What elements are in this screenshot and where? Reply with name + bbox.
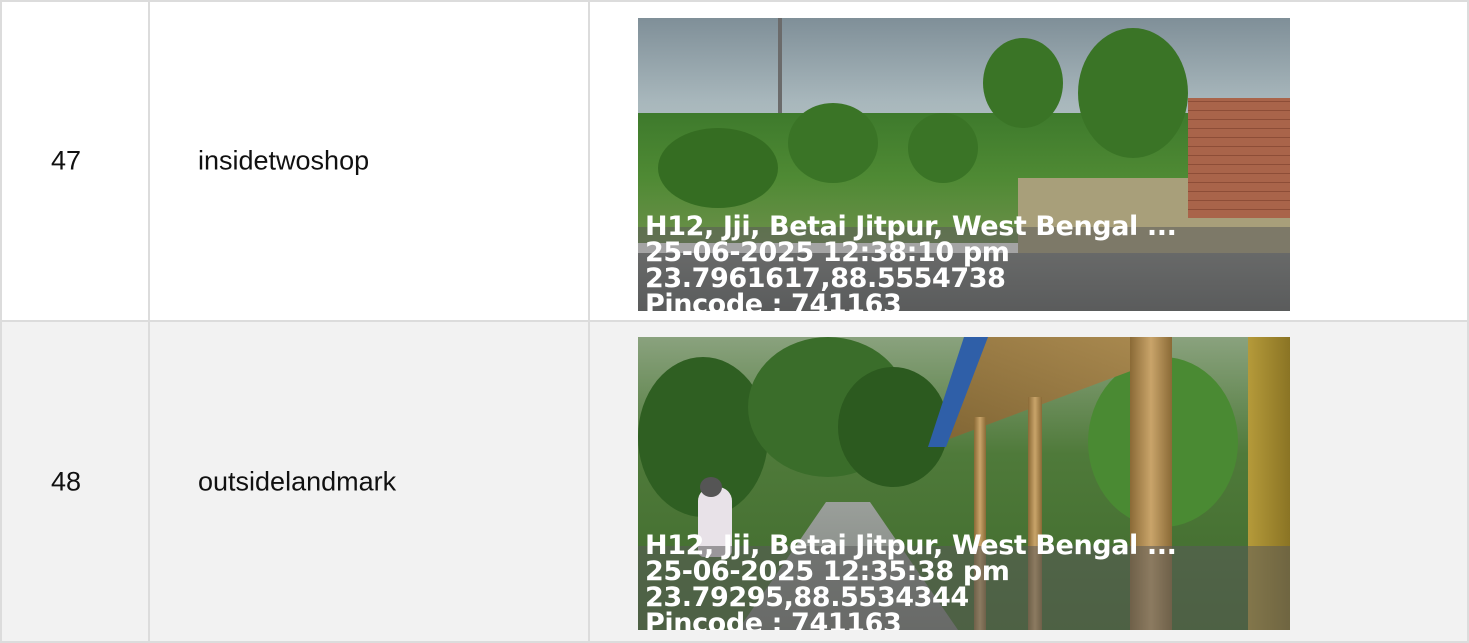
photo-table: 47 insidetwoshop H12, Jji, Betai Jitpur,… (0, 0, 1469, 643)
row-number: 47 (51, 145, 82, 176)
stamp-pincode: Pincode : 741163 (645, 608, 902, 630)
geo-stamp: H12, Jji, Betai Jitpur, West Bengal ... … (645, 532, 1177, 630)
table-row: 47 insidetwoshop H12, Jji, Betai Jitpur,… (0, 0, 1469, 322)
photo-cell: H12, Jji, Betai Jitpur, West Bengal ... … (590, 322, 1467, 641)
row-number-cell: 47 (2, 2, 150, 320)
photo-label-cell: insidetwoshop (150, 2, 590, 320)
photo-label-cell: outsidelandmark (150, 322, 590, 641)
photo-label: outsidelandmark (198, 466, 397, 496)
stamp-pincode: Pincode : 741163 (645, 289, 902, 311)
row-number-cell: 48 (2, 322, 150, 641)
geo-stamp: H12, Jji, Betai Jitpur, West Bengal ... … (645, 213, 1177, 311)
table-row: 48 outsidelandmark H12, Jji, Betai Jitpu… (0, 322, 1469, 643)
photo-label: insidetwoshop (198, 145, 370, 176)
row-number: 48 (51, 466, 82, 496)
geotagged-photo[interactable]: H12, Jji, Betai Jitpur, West Bengal ... … (638, 337, 1290, 630)
photo-cell: H12, Jji, Betai Jitpur, West Bengal ... … (590, 2, 1467, 320)
geotagged-photo[interactable]: H12, Jji, Betai Jitpur, West Bengal ... … (638, 18, 1290, 311)
